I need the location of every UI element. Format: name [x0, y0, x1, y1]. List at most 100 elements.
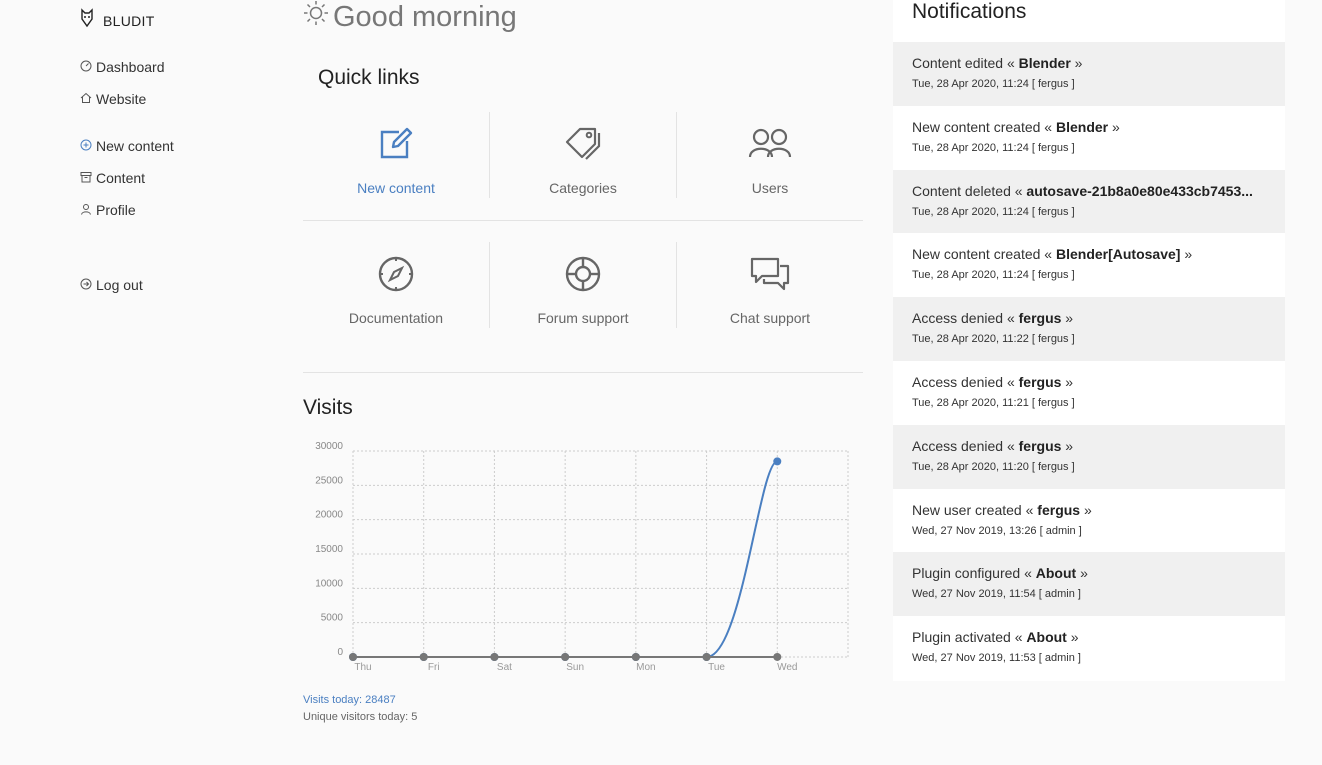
notifications-panel: Notifications Content edited « Blender »…: [893, 0, 1285, 681]
y-tick-label: 10000: [315, 578, 343, 589]
notification-suffix: »: [1061, 373, 1074, 390]
y-tick-label: 20000: [315, 510, 343, 521]
notification-prefix: Content deleted «: [912, 182, 1027, 199]
notification-message: Content deleted « autosave-21b8a0e80e433…: [912, 183, 1266, 199]
sidebar-item-profile[interactable]: Profile: [80, 202, 136, 218]
notifications-title: Notifications: [912, 0, 1027, 23]
notification-message: Access denied « fergus »: [912, 310, 1266, 326]
notification-suffix: »: [1108, 118, 1120, 135]
notification-meta: Tue, 28 Apr 2020, 11:21 [ fergus ]: [912, 396, 1075, 409]
quick-link-label: Documentation: [348, 310, 444, 326]
plus-circle-icon: [80, 138, 96, 154]
quick-link-forum-support[interactable]: Forum support: [489, 242, 676, 328]
unique-visitors-today: Unique visitors today: 5: [303, 711, 418, 723]
sidebar-item-dashboard[interactable]: Dashboard: [80, 59, 165, 75]
notification-message: Access denied « fergus »: [912, 438, 1266, 454]
y-tick-label: 0: [337, 647, 343, 658]
visits-chart: 0 5000 10000 15000 20000 25000 30000 Thu Fri Sat S…: [315, 441, 849, 673]
speedometer-icon: [80, 59, 96, 75]
x-tick-label: Sun: [566, 662, 584, 673]
notification-message: New user created « fergus »: [912, 502, 1266, 518]
notification-subject: About: [1026, 629, 1067, 646]
sidebar-item-label: Profile: [96, 202, 136, 218]
notification-prefix: Plugin activated «: [912, 629, 1027, 646]
sidebar-item-label: Dashboard: [96, 59, 165, 75]
notification-item: Plugin activated « About » Wed, 27 Nov 20…: [893, 616, 1285, 680]
users-icon: [677, 126, 863, 160]
notification-item: Plugin configured « About » Wed, 27 Nov 2…: [893, 552, 1285, 617]
lifebuoy-icon: [490, 256, 676, 292]
quick-link-label: Users: [751, 180, 789, 196]
notification-prefix: Access denied «: [912, 437, 1019, 454]
edit-icon: [303, 126, 489, 160]
notification-prefix: Content edited «: [912, 55, 1019, 71]
notification-subject: Blender[Autosave]: [1055, 246, 1181, 263]
notification-prefix: New user created «: [912, 501, 1038, 518]
data-point: [702, 653, 711, 661]
notification-subject: fergus: [1018, 437, 1062, 454]
notification-suffix: »: [1066, 629, 1079, 646]
sidebar-item-content[interactable]: Content: [80, 170, 145, 186]
logout-icon: [80, 277, 96, 293]
brand-name: BLUDIT: [103, 12, 155, 29]
x-tick-label: Mon: [636, 662, 655, 673]
sidebar-item-label: Website: [96, 91, 147, 107]
notification-message: New content created « Blender »: [912, 119, 1266, 135]
quick-link-categories[interactable]: Categories: [489, 112, 676, 198]
notification-meta: Tue, 28 Apr 2020, 11:24 [ fergus ]: [912, 141, 1075, 154]
data-point: [561, 653, 570, 661]
notification-suffix: »: [1061, 437, 1074, 454]
sidebar-item-label: Content: [96, 170, 146, 186]
x-tick-label: Tue: [708, 662, 725, 673]
quick-link-chat-support[interactable]: Chat support: [676, 242, 863, 328]
notification-meta: Wed, 27 Nov 2019, 13:26 [ admin ]: [912, 524, 1082, 537]
notification-subject: Blender: [1018, 55, 1071, 71]
quick-link-label: Chat support: [729, 310, 811, 326]
notification-meta: Tue, 28 Apr 2020, 11:24 [ fergus ]: [912, 205, 1075, 218]
notification-subject: fergus: [1018, 373, 1062, 390]
notification-item: Content edited « Blender » Tue, 28 Apr 20…: [893, 42, 1285, 106]
notification-meta: Tue, 28 Apr 2020, 11:24 [ fergus ]: [912, 269, 1075, 282]
notification-suffix: »: [1180, 246, 1193, 263]
x-tick-label: Sat: [497, 662, 512, 673]
user-icon: [80, 202, 96, 218]
brand[interactable]: BLUDIT: [80, 8, 155, 33]
notification-suffix: »: [1061, 310, 1074, 327]
notification-meta: Wed, 27 Nov 2019, 11:54 [ admin ]: [912, 588, 1081, 601]
home-icon: [80, 91, 96, 107]
notification-message: Content edited « Blender »: [912, 55, 1266, 71]
sidebar-item-new-content[interactable]: New content: [80, 138, 174, 154]
notification-subject: autosave-21b8a0e80e433cb7453...: [1026, 182, 1253, 199]
archive-icon: [80, 170, 96, 186]
y-tick-label: 15000: [315, 544, 343, 555]
greeting-text: Good morning: [333, 0, 517, 33]
notification-prefix: Plugin configured «: [912, 565, 1036, 582]
notification-subject: About: [1035, 565, 1077, 582]
sun-icon: [303, 0, 333, 34]
quick-link-documentation[interactable]: Documentation: [303, 242, 489, 328]
chat-icon: [677, 256, 863, 292]
notification-prefix: Access denied «: [912, 373, 1019, 390]
bludit-logo: [80, 8, 94, 33]
notification-suffix: »: [1070, 55, 1083, 71]
sidebar-item-website[interactable]: Website: [80, 91, 146, 107]
divider: [303, 372, 863, 373]
sidebar-item-logout[interactable]: Log out: [80, 277, 143, 293]
x-tick-label: Wed: [777, 662, 797, 673]
tag-icon: [490, 126, 676, 162]
notification-meta: Tue, 28 Apr 2020, 11:20 [ fergus ]: [912, 460, 1075, 473]
notifications-list: Content edited « Blender » Tue, 28 Apr 20…: [893, 42, 1285, 680]
notification-suffix: »: [1076, 565, 1088, 582]
greeting: Good morning: [303, 0, 517, 34]
notification-suffix: »: [1080, 501, 1092, 518]
notification-item: Access denied « fergus » Tue, 28 Apr 2020…: [893, 297, 1285, 361]
quick-link-users[interactable]: Users: [676, 112, 863, 198]
data-point: [490, 653, 499, 661]
y-tick-label: 25000: [315, 475, 343, 486]
quick-link-new-content[interactable]: New content: [303, 112, 489, 198]
quick-link-label: Categories: [549, 180, 617, 196]
notification-subject: fergus: [1018, 310, 1062, 327]
sidebar-item-label: Log out: [96, 277, 143, 293]
compass-icon: [303, 256, 489, 292]
data-point: [773, 457, 782, 466]
